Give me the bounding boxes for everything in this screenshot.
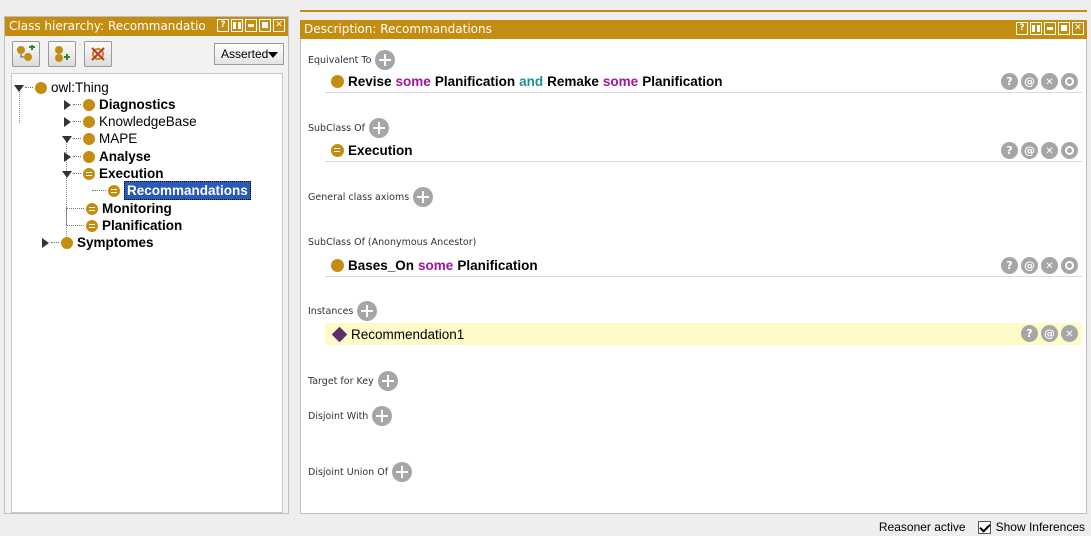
section-general-class-axioms: General class axioms — [308, 187, 434, 207]
edit-button[interactable] — [1061, 257, 1078, 274]
delete-button[interactable] — [1061, 325, 1078, 342]
class-tree: owl:Thing Diagnostics KnowledgeBase MAPE… — [11, 73, 283, 513]
explain-button[interactable]: ? — [1021, 325, 1038, 342]
section-disjoint-with: Disjoint With — [308, 406, 393, 426]
delete-button[interactable] — [1041, 142, 1058, 159]
delete-class-icon — [91, 47, 105, 61]
add-disjoint-union-button[interactable] — [392, 462, 413, 482]
equivalent-class-row[interactable]: Revise some Planification and Remake som… — [325, 71, 1082, 93]
class-icon — [35, 81, 47, 94]
annotate-button[interactable]: @ — [1021, 257, 1038, 274]
hierarchy-mode-select[interactable]: Asserted — [214, 43, 284, 65]
class-icon — [83, 115, 95, 128]
explain-button[interactable]: ? — [1001, 257, 1018, 274]
tree-node-execution[interactable]: Execution — [62, 165, 164, 182]
add-sibling-button[interactable] — [48, 41, 76, 67]
expand-toggle-icon[interactable] — [62, 99, 72, 110]
class-icon — [83, 150, 95, 163]
show-inferences-checkbox[interactable] — [977, 520, 991, 534]
delete-button[interactable] — [1041, 73, 1058, 90]
hierarchy-toolbar: Asserted — [5, 36, 288, 70]
expand-toggle-icon[interactable] — [62, 169, 72, 179]
expand-toggle-icon[interactable] — [14, 83, 24, 93]
class-hierarchy-panel: Class hierarchy: Recommandatio ? ✕ Asser… — [4, 16, 289, 514]
chevron-down-icon — [268, 52, 278, 58]
subclass-of-row[interactable]: Execution ? @ — [325, 140, 1082, 162]
edit-button[interactable] — [1061, 73, 1078, 90]
tree-node-knowledgebase[interactable]: KnowledgeBase — [62, 113, 197, 130]
tree-node-recommandations[interactable]: Recommandations — [92, 181, 251, 200]
description-panel: Description: Recommandations ? ✕ Equival… — [300, 20, 1087, 514]
expand-toggle-icon[interactable] — [62, 116, 72, 127]
expand-toggle-icon[interactable] — [62, 151, 72, 162]
defined-class-icon — [83, 167, 95, 180]
help-button[interactable]: ? — [1016, 22, 1028, 35]
tree-node-analyse[interactable]: Analyse — [62, 148, 151, 165]
add-subclass-of-button[interactable] — [368, 118, 389, 138]
tree-node-mape[interactable]: MAPE — [62, 130, 137, 147]
add-sibling-icon — [55, 46, 70, 62]
defined-class-icon — [108, 184, 120, 197]
expand-toggle-icon[interactable] — [62, 134, 72, 144]
show-inferences-label: Show Inferences — [995, 520, 1085, 534]
maximize-icon[interactable] — [1058, 22, 1070, 35]
expand-toggle-icon[interactable] — [40, 237, 50, 248]
class-icon — [83, 132, 95, 145]
defined-class-icon — [86, 202, 98, 215]
section-equivalent-to: Equivalent To — [308, 50, 396, 70]
annotate-button[interactable]: @ — [1041, 325, 1058, 342]
panel-title: Description: Recommandations — [304, 22, 492, 36]
tree-node-owl-thing[interactable]: owl:Thing — [14, 79, 109, 96]
class-icon — [331, 75, 344, 88]
split-view-icon[interactable] — [1030, 22, 1042, 35]
annotate-button[interactable]: @ — [1021, 73, 1038, 90]
close-icon[interactable]: ✕ — [1072, 22, 1084, 35]
help-button[interactable]: ? — [217, 19, 229, 32]
section-anonymous-ancestor: SubClass Of (Anonymous Ancestor) — [308, 237, 477, 248]
add-subclass-button[interactable] — [12, 41, 40, 67]
top-accent-line — [300, 10, 1087, 12]
delete-button[interactable] — [1041, 257, 1058, 274]
section-subclass-of: SubClass Of — [308, 118, 389, 138]
add-equivalent-button[interactable] — [375, 50, 396, 70]
class-icon — [61, 236, 73, 249]
explain-button[interactable]: ? — [1001, 73, 1018, 90]
panel-title: Class hierarchy: Recommandatio — [9, 19, 206, 33]
tree-node-planification[interactable]: Planification — [66, 217, 182, 234]
tree-node-diagnostics[interactable]: Diagnostics — [62, 96, 176, 113]
anonymous-ancestor-row[interactable]: Bases_On some Planification ? @ — [325, 255, 1082, 277]
defined-class-icon — [331, 144, 344, 157]
split-view-icon[interactable] — [231, 19, 243, 32]
add-subclass-icon — [17, 45, 35, 61]
edit-button[interactable] — [1061, 142, 1078, 159]
add-key-button[interactable] — [377, 371, 398, 391]
tree-node-symptomes[interactable]: Symptomes — [40, 234, 154, 251]
class-icon — [331, 259, 344, 272]
section-disjoint-union-of: Disjoint Union Of — [308, 462, 413, 482]
add-general-axiom-button[interactable] — [413, 187, 434, 207]
individual-icon — [331, 326, 348, 342]
explain-button[interactable]: ? — [1001, 142, 1018, 159]
section-target-for-key: Target for Key — [308, 371, 398, 391]
section-instances: Instances — [308, 301, 378, 321]
minimize-icon[interactable] — [245, 19, 257, 32]
description-title-bar: Description: Recommandations ? ✕ — [300, 20, 1087, 39]
annotate-button[interactable]: @ — [1021, 142, 1038, 159]
instance-row[interactable]: Recommendation1 ? @ — [325, 323, 1082, 345]
class-hierarchy-title-bar: Class hierarchy: Recommandatio ? ✕ — [5, 17, 288, 36]
class-icon — [83, 98, 95, 111]
minimize-icon[interactable] — [1044, 22, 1056, 35]
add-instance-button[interactable] — [357, 301, 378, 321]
hierarchy-mode-value: Asserted — [221, 47, 269, 61]
delete-class-button[interactable] — [84, 41, 112, 67]
reasoner-status: Reasoner active — [878, 520, 966, 534]
add-disjoint-button[interactable] — [372, 406, 393, 426]
tree-node-monitoring[interactable]: Monitoring — [66, 200, 172, 217]
status-bar: Reasoner active Show Inferences — [879, 520, 1085, 534]
close-icon[interactable]: ✕ — [273, 19, 285, 32]
maximize-icon[interactable] — [259, 19, 271, 32]
defined-class-icon — [86, 219, 98, 232]
